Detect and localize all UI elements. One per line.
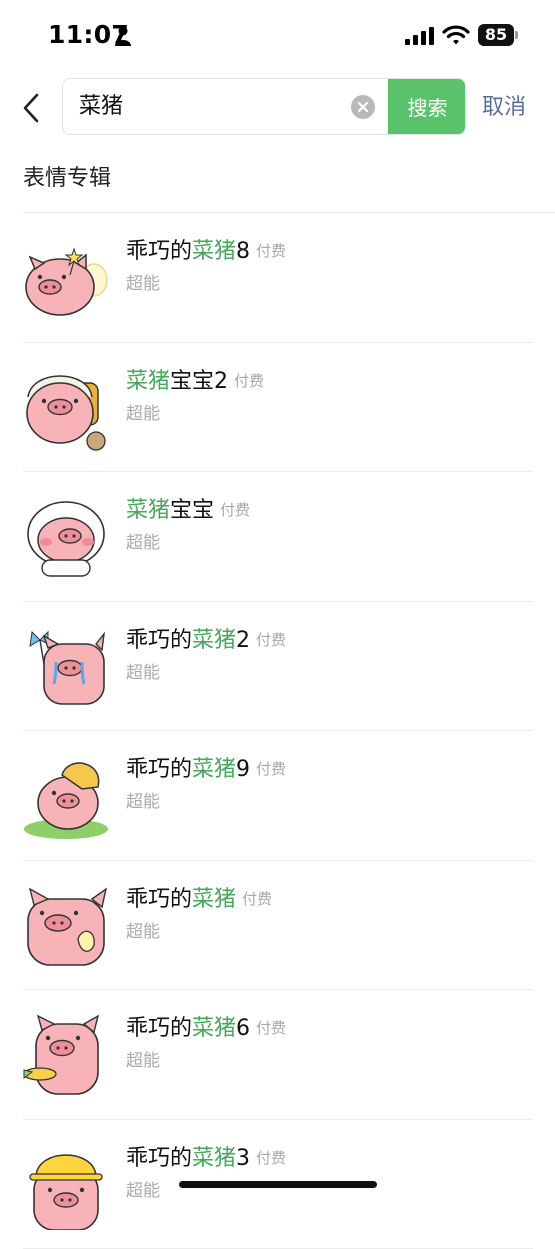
pig-straw-hat-sticker (22, 753, 110, 841)
pig-hardhat-sticker (22, 1142, 110, 1230)
title-highlight: 菜猪 (192, 1146, 236, 1171)
pig-corn-sticker (22, 1012, 110, 1100)
title-prefix: 乖巧的 (126, 1016, 192, 1041)
title-suffix: 8 (236, 239, 250, 264)
section-title: 表情专辑 (23, 163, 111, 195)
signal-icon (405, 27, 435, 45)
item-author: 超能 (126, 271, 160, 297)
paid-tag: 付费 (256, 631, 286, 649)
title-suffix: 宝宝 (170, 498, 214, 523)
title-prefix: 乖巧的 (126, 887, 192, 912)
home-indicator[interactable] (179, 1181, 377, 1188)
title-suffix: 2 (236, 628, 250, 653)
search-input[interactable]: 菜猪 (79, 91, 123, 123)
paid-tag: 付费 (256, 242, 286, 260)
item-author: 超能 (126, 401, 160, 427)
title-highlight: 菜猪 (192, 757, 236, 782)
item-title: 乖巧的菜猪3 付费 (126, 1142, 286, 1175)
title-suffix: 宝宝2 (170, 369, 228, 394)
paid-tag: 付费 (256, 760, 286, 778)
pig-baby-sticker (22, 494, 110, 582)
paid-tag: 付费 (256, 1149, 286, 1167)
paid-tag: 付费 (234, 372, 264, 390)
list-item[interactable]: 乖巧的菜猪8 付费 超能 (0, 213, 555, 343)
back-button[interactable] (14, 88, 48, 128)
title-highlight: 菜猪 (126, 498, 170, 523)
title-prefix: 乖巧的 (126, 628, 192, 653)
paid-tag: 付费 (256, 1019, 286, 1037)
x-glyph (357, 101, 369, 113)
item-author: 超能 (126, 530, 160, 556)
wifi-icon (442, 24, 470, 46)
pig-banana-sticker (22, 883, 110, 971)
search-box[interactable]: 菜猪 搜索 (62, 78, 466, 135)
item-title: 菜猪宝宝付费 (126, 494, 250, 527)
title-prefix: 乖巧的 (126, 757, 192, 782)
title-prefix: 乖巧的 (126, 239, 192, 264)
title-prefix: 乖巧的 (126, 1146, 192, 1171)
clear-icon[interactable] (351, 95, 375, 119)
list-item[interactable]: 乖巧的菜猪2 付费 超能 (0, 602, 555, 732)
paid-tag: 付费 (220, 501, 250, 519)
item-title: 乖巧的菜猪付费 (126, 883, 272, 916)
title-suffix: 3 (236, 1146, 250, 1171)
item-title: 乖巧的菜猪6 付费 (126, 1012, 286, 1045)
item-title: 乖巧的菜猪9 付费 (126, 753, 286, 786)
battery-cap (515, 31, 518, 39)
title-highlight: 菜猪 (192, 628, 236, 653)
title-suffix: 6 (236, 1016, 250, 1041)
title-highlight: 菜猪 (192, 239, 236, 264)
list-item[interactable]: 乖巧的菜猪9 付费 超能 (0, 731, 555, 861)
result-list: 乖巧的菜猪8付费 超能 菜猪宝宝2付费 超能 (0, 213, 555, 1249)
title-highlight: 菜猪 (126, 369, 170, 394)
title-highlight: 菜猪 (192, 1016, 236, 1041)
person-icon (114, 26, 132, 46)
item-title: 菜猪宝宝2 付费 (126, 365, 264, 398)
list-item[interactable]: 菜猪宝宝付费 超能 (0, 472, 555, 602)
title-highlight: 菜猪 (192, 887, 236, 912)
item-author: 超能 (126, 660, 160, 686)
item-title: 乖巧的菜猪8 付费 (126, 235, 286, 268)
pig-crying-sticker (22, 624, 110, 712)
chevron-left-icon (22, 93, 40, 123)
list-item[interactable]: 乖巧的菜猪付费 超能 (0, 861, 555, 991)
paid-tag: 付费 (242, 890, 272, 908)
status-bar: 11:07 85 (0, 0, 555, 70)
pig-fairy-sticker (22, 235, 110, 323)
title-suffix: 9 (236, 757, 250, 782)
list-item[interactable]: 菜猪宝宝2 付费 超能 (0, 343, 555, 473)
item-author: 超能 (126, 789, 160, 815)
item-author: 超能 (126, 1048, 160, 1074)
battery-icon: 85 (478, 24, 514, 46)
item-author: 超能 (126, 919, 160, 945)
list-item[interactable]: 乖巧的菜猪6 付费 超能 (0, 990, 555, 1120)
item-title: 乖巧的菜猪2 付费 (126, 624, 286, 657)
cancel-button[interactable]: 取消 (482, 92, 526, 124)
pig-backpack-sticker (22, 365, 110, 453)
search-button[interactable]: 搜索 (388, 78, 466, 135)
